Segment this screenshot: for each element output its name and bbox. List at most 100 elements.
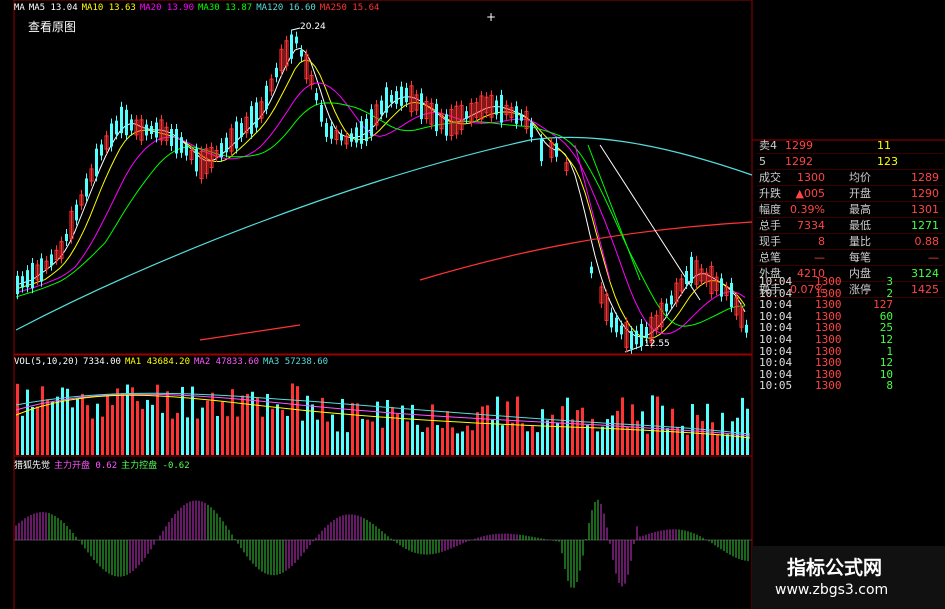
volume-bar [456,433,459,455]
volume-bar [496,396,499,455]
volume-bar [521,423,524,455]
volume-bar [226,416,229,455]
volume-bar [346,432,349,455]
candle-down [275,67,278,78]
volume-bar [216,415,219,455]
volume-bar [336,431,339,455]
quote-value: 1300 [797,171,825,184]
candle-down [360,121,363,144]
volume-bar [701,420,704,455]
volume-bar [566,397,569,455]
volume-bar [416,424,419,455]
candle-down [320,104,323,122]
candle-down [390,94,393,103]
candle-down [610,312,613,328]
tick-list: 10:04 1300 3 10:04 1300 2 10:04 1300 127 10:04 130… [757,276,943,392]
volume-bar [296,386,299,455]
watermark-url: www.zbgs3.com [775,582,889,598]
volume-bar [441,427,444,455]
quote-label: 量比 [849,235,871,248]
candle-down [235,121,238,149]
quote-row: 现手 8 量比 0.88 [757,234,943,250]
candle-down [370,109,373,136]
volume-bar [111,405,114,455]
volume-bar [46,399,49,455]
volume-bar [581,407,584,455]
ind-header-item: 主力开盘 0.62 [54,461,118,471]
volume-bar [396,413,399,455]
candle-down [380,100,383,115]
tick-time: 10:04 [759,356,793,370]
quote-row: 幅度 0.39% 最高 1301 [757,202,943,218]
candle-down [330,126,333,139]
volume-bar [326,421,329,455]
candle-down [745,324,748,333]
volume-bar [371,421,374,455]
candle-down [130,119,133,131]
volume-bar [641,411,644,455]
candle-down [240,123,243,137]
candle-down [31,262,34,289]
candle-down [640,323,643,347]
ma-line [15,47,746,338]
volume-bar [726,434,729,455]
volume-bar [541,409,544,455]
ind-header-item: 猎狐先觉 [14,461,51,471]
volume-bar [196,418,199,455]
quote-value: 7334 [797,219,825,232]
volume-bar [211,392,214,455]
volume-bar [421,431,424,455]
candle-down [180,137,183,153]
tick-volume: 3 [886,275,893,288]
volume-bar [186,417,189,455]
volume-bar [101,416,104,455]
tick-price: 1300 [815,332,842,346]
candle-down [365,118,368,142]
volume-bar [146,399,149,455]
volume-bar [151,404,154,455]
quote-value: 1301 [911,203,939,216]
high-price-label: 20.24 [300,22,326,32]
volume-bar [696,414,699,455]
indicator-legend: 猎狐先觉 主力开盘 0.62 主力控盘 -0.62 [14,458,194,471]
ma120-line [15,136,753,331]
price-header-item: MA30 13.87 [198,3,253,13]
volume-bar [251,391,254,455]
quote-row: 升跌 ▲005 开盘 1290 [757,186,943,202]
high-marker [291,27,301,31]
volume-bar [406,421,409,455]
quote-label: 每笔 [849,251,871,264]
candle-down [405,87,408,103]
volume-bar [586,425,589,455]
candle-down [175,129,178,154]
volume-bar [506,401,509,455]
volume-bar [356,403,359,455]
tick-price: 1300 [815,275,842,288]
volume-bar [271,408,274,455]
volume-bar [41,386,44,455]
vol-header-item: MA1 43684.20 [124,357,190,367]
quote-label: 总笔 [759,251,781,264]
view-original-button[interactable]: 查看原图 [28,18,76,35]
volume-bar [121,393,124,455]
tick-time: 10:04 [759,275,793,288]
volume-bar [501,425,504,455]
volume-bar [491,419,494,455]
candle-down [95,148,98,177]
volume-bar [666,428,669,455]
quote-value: 8 [818,235,825,248]
volume-bar [686,434,689,455]
candle-down [385,87,388,113]
candle-down [265,85,268,110]
volume-bar [26,389,29,455]
volume-bar [21,415,24,455]
candle-down [290,34,293,59]
volume-bar [611,415,614,455]
volume-bar [486,405,489,455]
price-header-item: MA250 15.64 [319,3,380,13]
candle-down [500,94,503,123]
candle-down [720,278,723,297]
tick-row: 10:04 1300 12 [757,334,943,346]
volume-bar [351,403,354,455]
volume-bar [131,387,134,455]
